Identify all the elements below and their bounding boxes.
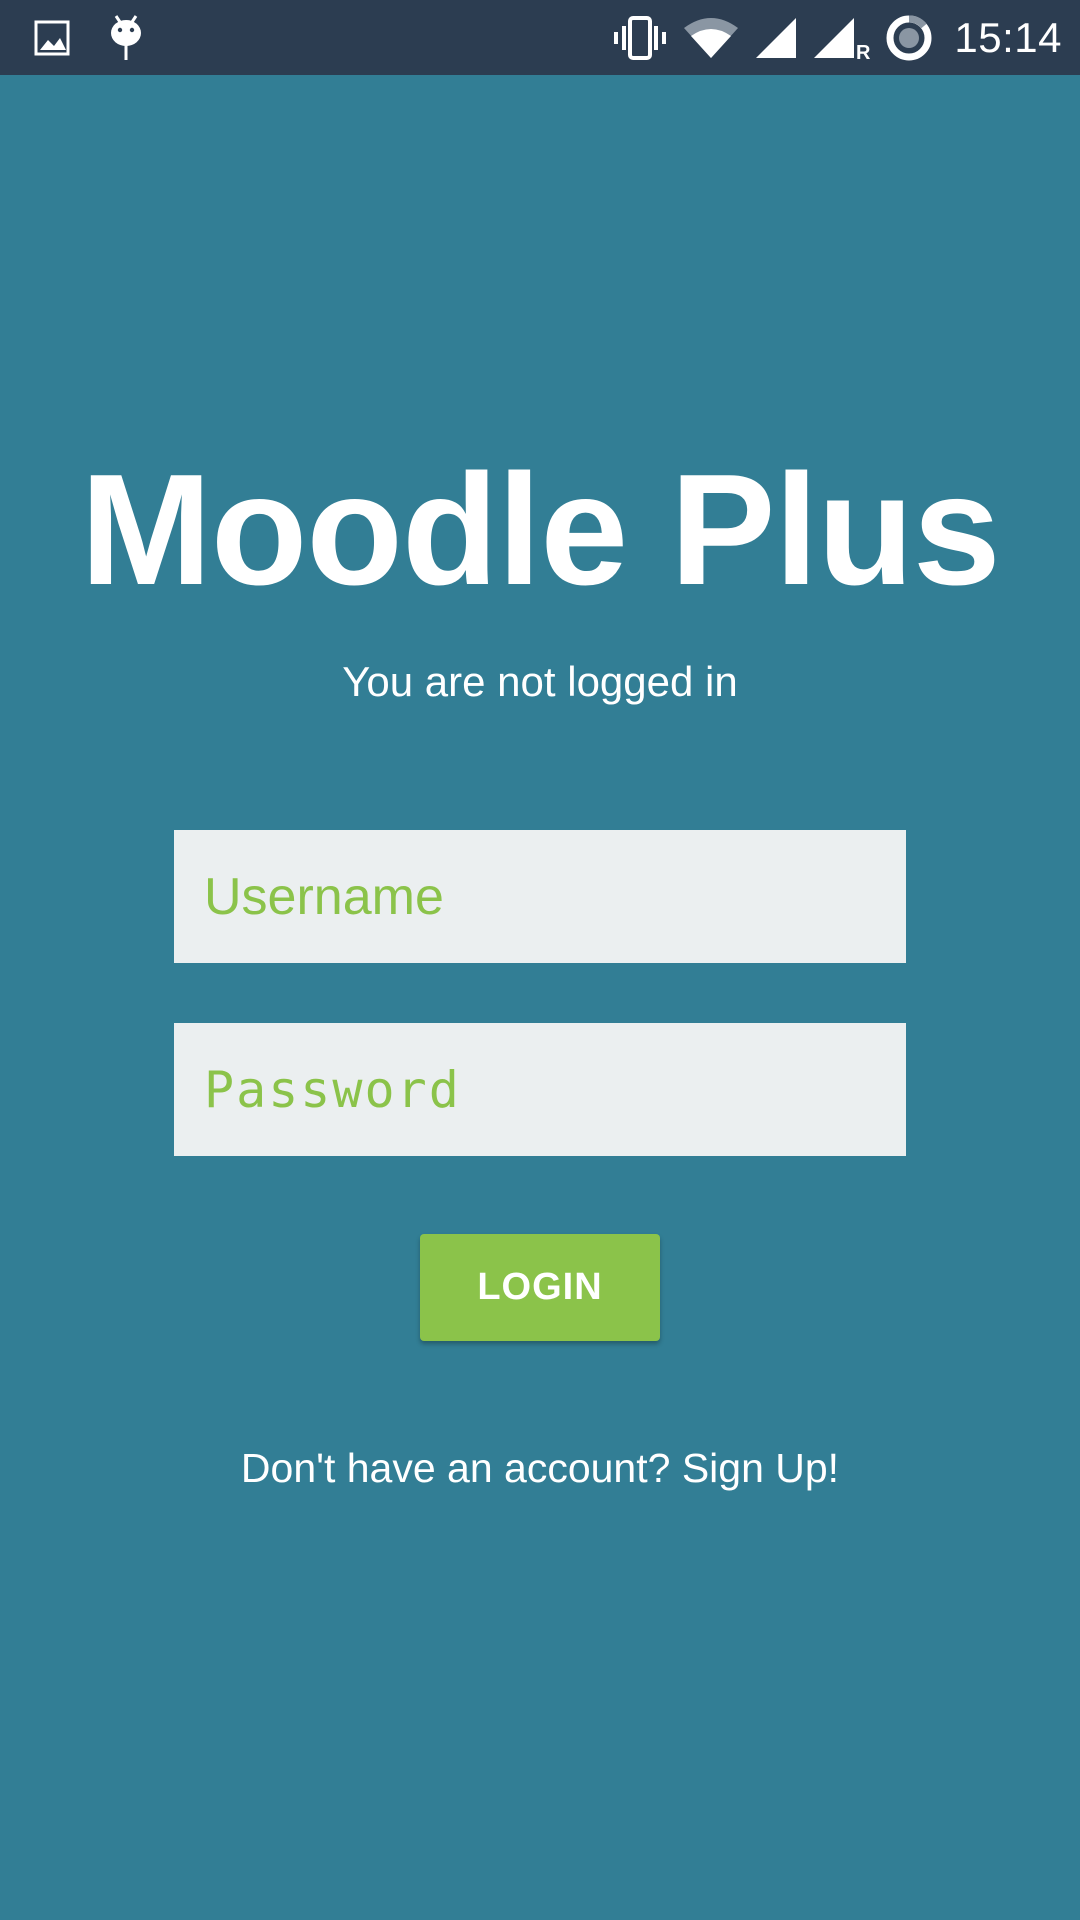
status-bar-right: R 15:14: [612, 8, 1062, 68]
image-notification-icon: [34, 18, 72, 58]
battery-charging-icon: [884, 13, 934, 63]
wifi-icon: [682, 16, 740, 60]
status-time: 15:14: [954, 14, 1062, 61]
username-input[interactable]: [174, 830, 906, 963]
signup-link[interactable]: Don't have an account? Sign Up!: [0, 1440, 1080, 1496]
vibrate-icon: [612, 16, 668, 60]
login-status-text: You are not logged in: [342, 658, 738, 705]
roaming-indicator: R: [855, 41, 871, 64]
status-bar-left: [34, 14, 144, 62]
login-button[interactable]: LOGIN: [420, 1234, 660, 1341]
password-input[interactable]: [174, 1023, 906, 1156]
android-debug-icon: [108, 14, 144, 62]
cell-signal-icon: [754, 16, 798, 60]
cell-signal-roaming-icon: [812, 16, 856, 60]
status-bar: R 15:14: [0, 0, 1080, 75]
app-title: Moodle Plus: [80, 442, 1001, 618]
